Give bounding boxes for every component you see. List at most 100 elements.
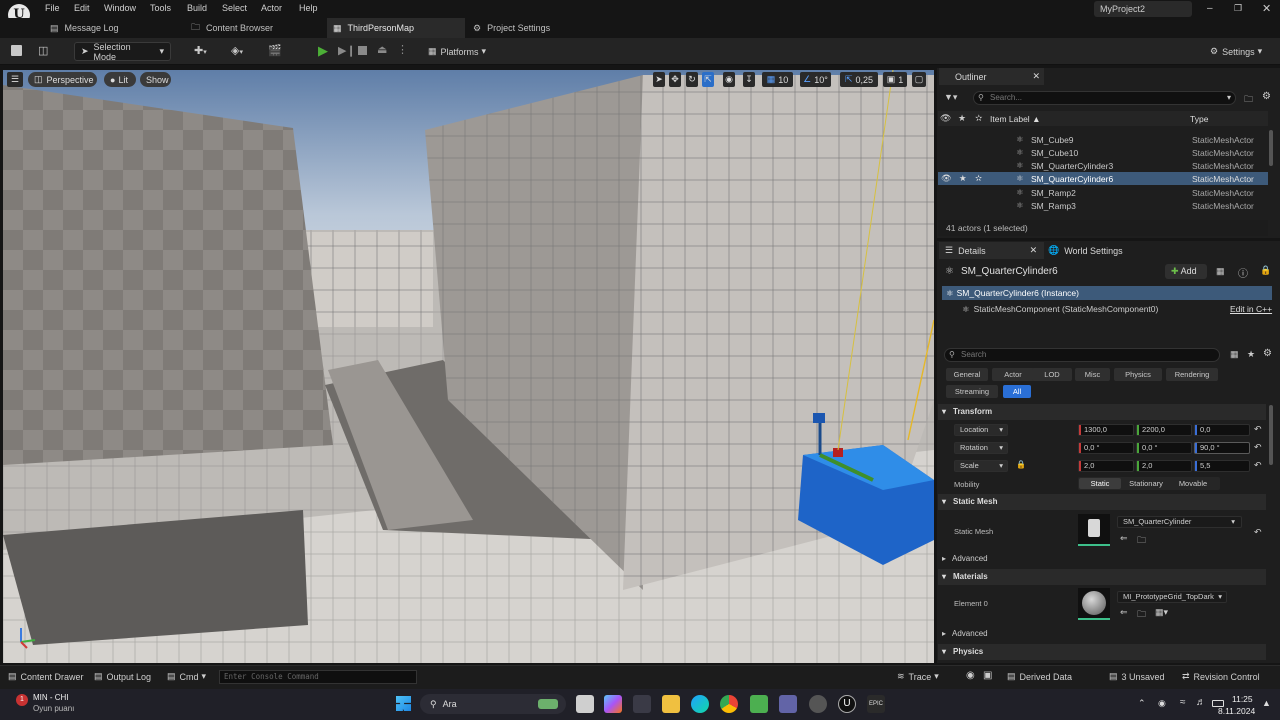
- details-search-input[interactable]: ⚲ Search: [944, 348, 1220, 362]
- scale-z-field[interactable]: 5,5: [1194, 460, 1250, 472]
- category-general[interactable]: General: [946, 368, 988, 381]
- outliner-search-input[interactable]: ⚲ Search... ▾: [973, 91, 1236, 105]
- maximize-viewport-icon[interactable]: ▢: [912, 72, 926, 87]
- pin-icon[interactable]: ✫: [975, 173, 982, 184]
- location-dropdown[interactable]: Location ▾: [954, 424, 1008, 436]
- category-actor[interactable]: Actor: [992, 368, 1034, 381]
- category-rendering[interactable]: Rendering: [1166, 368, 1218, 381]
- materials-section[interactable]: ▾ Materials: [938, 569, 1266, 585]
- add-folder-icon[interactable]: 🗀: [1244, 92, 1253, 108]
- revision-control-button[interactable]: ⇄ Revision Control: [1182, 671, 1260, 682]
- grid-snap-toggle[interactable]: ▦ 10: [762, 72, 793, 87]
- reset-location-icon[interactable]: ↶: [1254, 424, 1262, 435]
- outliner-row[interactable]: ⚛ SM_Cube9 StaticMeshActor: [938, 133, 1268, 146]
- app-icon[interactable]: [809, 695, 827, 713]
- viewport-scene[interactable]: [3, 70, 934, 663]
- use-selected-icon[interactable]: ⇐: [1120, 607, 1128, 618]
- settings-button[interactable]: ⚙ Settings ▾: [1210, 42, 1262, 61]
- category-lod[interactable]: LOD: [1032, 368, 1072, 381]
- taskbar-search[interactable]: ⚲ Ara: [420, 694, 566, 714]
- reset-rotation-icon[interactable]: ↶: [1254, 442, 1262, 453]
- filter-icon[interactable]: ▼▾: [944, 92, 957, 103]
- menu-window[interactable]: Window: [104, 3, 136, 13]
- play-options-icon[interactable]: ⋮: [397, 43, 408, 56]
- rotation-dropdown[interactable]: Rotation ▾: [954, 442, 1008, 454]
- edit-in-cpp-link[interactable]: Edit in C++: [1230, 304, 1272, 314]
- static-mesh-thumbnail[interactable]: [1078, 514, 1110, 546]
- level-viewport[interactable]: [3, 70, 934, 663]
- minimize-icon[interactable]: –: [1207, 3, 1213, 14]
- wifi-icon[interactable]: ≈: [1180, 697, 1186, 708]
- material-picker[interactable]: MI_PrototypeGrid_TopDark ▾: [1117, 591, 1227, 603]
- store-icon[interactable]: [633, 695, 651, 713]
- location-x-field[interactable]: 1300,0: [1078, 424, 1134, 436]
- epic-games-icon[interactable]: EPIC: [867, 695, 885, 713]
- menu-tools[interactable]: Tools: [150, 3, 171, 13]
- cinematics-icon[interactable]: 🎬: [268, 44, 282, 57]
- category-all[interactable]: All: [1003, 385, 1031, 398]
- browse-asset-icon[interactable]: 🗀: [1137, 533, 1146, 549]
- menu-file[interactable]: File: [45, 3, 60, 13]
- instance-row[interactable]: ⚛ SM_QuarterCylinder6 (Instance): [942, 286, 1272, 300]
- static-mesh-picker[interactable]: SM_QuarterCylinder ▾: [1117, 516, 1242, 528]
- clock-date[interactable]: 8.11.2024: [1218, 706, 1255, 716]
- transform-section[interactable]: ▾ Transform: [938, 404, 1266, 420]
- select-tool-icon[interactable]: ➤: [653, 72, 665, 87]
- details-scrollbar[interactable]: [1269, 405, 1273, 465]
- edge-icon[interactable]: [691, 695, 709, 713]
- browse-asset-icon[interactable]: 🗀: [1137, 607, 1146, 623]
- outliner-row[interactable]: ⚛ SM_Ramp2 StaticMeshActor: [938, 186, 1268, 199]
- advanced-materials-row[interactable]: ▸ Advanced: [942, 629, 988, 638]
- notification-widget[interactable]: 1 MIN - CHI Oyun puanı: [16, 693, 106, 717]
- gizmo-z-handle[interactable]: [813, 413, 825, 423]
- camera-speed-button[interactable]: ▣ 1: [883, 72, 907, 87]
- world-space-icon[interactable]: ◉: [723, 72, 735, 87]
- item-label-column-header[interactable]: Item Label ▲: [990, 114, 1040, 124]
- menu-help[interactable]: Help: [299, 3, 318, 13]
- reset-scale-icon[interactable]: ↶: [1254, 460, 1262, 471]
- scale-snap-toggle[interactable]: ⇱ 0,25: [840, 72, 878, 87]
- menu-actor[interactable]: Actor: [261, 3, 282, 13]
- task-view-icon[interactable]: [576, 695, 594, 713]
- type-column-header[interactable]: Type: [1190, 114, 1208, 124]
- tab-content-browser[interactable]: 🗀 Content Browser: [185, 18, 325, 38]
- outliner-row[interactable]: ⚛ SM_Cube10 StaticMeshActor: [938, 146, 1268, 159]
- notifications-bell-icon[interactable]: ▲: [1262, 698, 1271, 708]
- blueprint-icon[interactable]: ◈▾: [231, 44, 243, 57]
- add-actor-icon[interactable]: ✚▾: [194, 44, 207, 57]
- category-streaming[interactable]: Streaming: [946, 385, 998, 398]
- source-control-icon[interactable]: ◫: [38, 44, 48, 57]
- rotation-y-field[interactable]: 0,0 °: [1136, 442, 1192, 454]
- menu-build[interactable]: Build: [187, 3, 207, 13]
- derived-data-button[interactable]: ▤ Derived Data: [1007, 671, 1072, 682]
- scale-x-field[interactable]: 2,0: [1078, 460, 1134, 472]
- teams-icon[interactable]: [779, 695, 797, 713]
- menu-select[interactable]: Select: [222, 3, 247, 13]
- outliner-row[interactable]: ⚛ SM_QuarterCylinder3 StaticMeshActor: [938, 159, 1268, 172]
- use-selected-icon[interactable]: ⇐: [1120, 533, 1128, 544]
- record-icon[interactable]: ◉: [966, 670, 975, 681]
- outliner-row-selected[interactable]: 👁 ★ ✫ ⚛ SM_QuarterCylinder6 StaticMeshActor: [938, 172, 1268, 185]
- translate-tool-icon[interactable]: ✥: [669, 72, 681, 87]
- mobility-static-button[interactable]: Static: [1079, 478, 1121, 489]
- close-window-icon[interactable]: ✕: [1262, 2, 1271, 15]
- add-component-button[interactable]: ✚ Add: [1165, 264, 1207, 279]
- outliner-settings-icon[interactable]: ⚙: [1262, 91, 1271, 102]
- viewport-menu-icon[interactable]: ☰: [7, 72, 23, 87]
- rotate-tool-icon[interactable]: ↻: [686, 72, 698, 87]
- restore-icon[interactable]: ❐: [1234, 3, 1242, 14]
- show-button[interactable]: Show: [140, 72, 171, 87]
- advanced-mesh-row[interactable]: ▸ Advanced: [942, 554, 988, 563]
- tray-overflow-icon[interactable]: ⌃: [1138, 698, 1146, 709]
- property-matrix-icon[interactable]: ▦: [1230, 349, 1239, 360]
- location-y-field[interactable]: 2200,0: [1136, 424, 1192, 436]
- lock-icon[interactable]: 🔒: [1260, 265, 1271, 276]
- scale-tool-icon[interactable]: ⇱: [702, 72, 714, 87]
- material-options-icon[interactable]: ▦▾: [1155, 607, 1168, 618]
- material-thumbnail[interactable]: [1078, 588, 1110, 620]
- stop-icon[interactable]: [358, 46, 367, 55]
- perspective-button[interactable]: ◫ Perspective: [28, 72, 97, 87]
- category-misc[interactable]: Misc: [1075, 368, 1110, 381]
- close-icon[interactable]: ✕: [1033, 71, 1041, 82]
- tab-message-log[interactable]: ▤ Message Log: [44, 18, 184, 38]
